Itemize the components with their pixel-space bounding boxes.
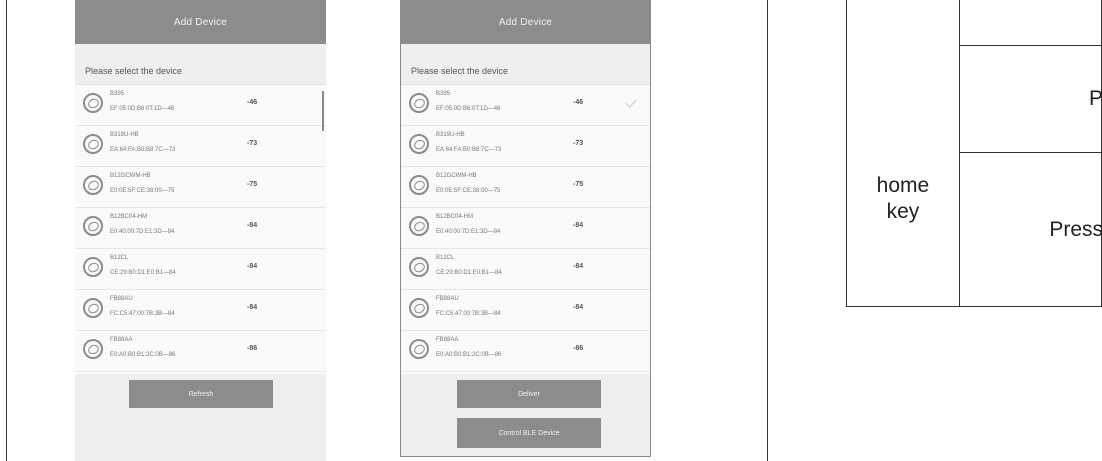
bluetooth-device-icon bbox=[409, 134, 429, 154]
device-mac: CE:29:B0:D1:E0:B1—84 bbox=[436, 270, 502, 276]
bluetooth-device-icon bbox=[83, 175, 103, 195]
bluetooth-device-icon bbox=[409, 175, 429, 195]
scrollbar[interactable] bbox=[322, 91, 324, 131]
device-mac: FC:C5:47:00:7B:3B—84 bbox=[436, 311, 501, 317]
device-rssi: -86 bbox=[573, 345, 584, 352]
device-rssi: -75 bbox=[247, 181, 258, 188]
device-rssi: -73 bbox=[573, 140, 584, 147]
device-rssi: -46 bbox=[247, 99, 258, 106]
device-rssi: -75 bbox=[573, 181, 584, 188]
device-mac: EF:05:0D:B6:0T:1D—46 bbox=[110, 106, 175, 112]
device-name: B12CL bbox=[110, 255, 129, 261]
bluetooth-device-icon bbox=[409, 216, 429, 236]
device-row[interactable]: B395 EF:05:0D:B6:0T:1D—46 -46 bbox=[75, 85, 326, 131]
device-rssi: -84 bbox=[247, 263, 258, 270]
device-name: B12GCWM-HB bbox=[436, 173, 477, 179]
device-row[interactable]: B12GCWM-HB E0:0E:5F:CE:38:00—75 -75 bbox=[401, 167, 650, 208]
device-mac: EA:64:FA:B0:B8:7C—73 bbox=[436, 147, 502, 153]
device-mac: FC:C5:47:00:7B:3B—84 bbox=[110, 311, 175, 317]
home-key-cell: home key bbox=[846, 0, 960, 307]
table-top-cell bbox=[958, 0, 1102, 46]
device-rssi: -86 bbox=[247, 345, 258, 352]
device-row[interactable]: B12BC04-HM E0:40:00:7D:E1:3D—84 -84 bbox=[75, 208, 326, 249]
device-name: B12BC04-HM bbox=[436, 214, 474, 220]
device-list[interactable]: B395 EF:05:0D:B6:0T:1D—46 -46 B319U-HB E… bbox=[75, 84, 326, 374]
device-mac: E0:A0:B0:B1:2C:0B—86 bbox=[110, 352, 176, 358]
device-row[interactable]: B12CL CE:29:B0:D1:E0:B1—84 -84 bbox=[401, 249, 650, 290]
screen-header: Add Device bbox=[401, 0, 650, 44]
bluetooth-device-icon bbox=[83, 257, 103, 277]
home-key-label: home key bbox=[876, 173, 930, 223]
section-divider-line bbox=[767, 0, 768, 461]
add-device-screen-1: Add Device Please select the device B395… bbox=[75, 0, 326, 461]
device-name: FB88AA bbox=[436, 337, 459, 343]
device-name: FB88AA bbox=[110, 337, 133, 343]
device-name: B319U-HB bbox=[436, 132, 465, 138]
device-name: B12CL bbox=[436, 255, 455, 261]
device-name: B395 bbox=[110, 91, 125, 97]
select-device-prompt: Please select the device bbox=[85, 66, 183, 76]
screen-header: Add Device bbox=[75, 0, 326, 44]
bluetooth-device-icon bbox=[83, 298, 103, 318]
device-name: FB88AU bbox=[436, 296, 459, 302]
bluetooth-device-icon bbox=[83, 134, 103, 154]
device-row[interactable]: B12BC04-HM E0:40:00:7D:E1:3D—84 -84 bbox=[401, 208, 650, 249]
bluetooth-device-icon bbox=[409, 298, 429, 318]
device-rssi: -84 bbox=[247, 304, 258, 311]
device-row[interactable]: FB88AA E0:A0:B0:B1:2C:0B—86 -86 bbox=[75, 331, 326, 372]
bluetooth-device-icon bbox=[409, 339, 429, 359]
left-border-line bbox=[6, 0, 7, 461]
device-row[interactable]: FB88AU FC:C5:47:00:7B:3B—84 -84 bbox=[75, 290, 326, 331]
device-mac: E0:40:00:7D:E1:3D—84 bbox=[436, 229, 501, 235]
action-label-2: Press bbox=[1049, 217, 1102, 241]
device-name: B12GCWM-HB bbox=[110, 173, 151, 179]
refresh-button[interactable]: Refresh bbox=[129, 380, 273, 408]
device-mac: EF:05:0D:B6:0T:1D—46 bbox=[436, 106, 501, 112]
device-mac: EA:64:FA:B0:B8:7C—73 bbox=[110, 147, 176, 153]
bluetooth-device-icon bbox=[409, 257, 429, 277]
device-row[interactable]: FB88AU FC:C5:47:00:7B:3B—84 -84 bbox=[401, 290, 650, 331]
device-rssi: -73 bbox=[247, 140, 258, 147]
device-rssi: -84 bbox=[573, 304, 584, 311]
bluetooth-device-icon bbox=[83, 216, 103, 236]
device-row[interactable]: B12GCWM-HB E0:0E:5F:CE:38:00—75 -75 bbox=[75, 167, 326, 208]
device-rssi: -84 bbox=[247, 222, 258, 229]
device-rssi: -84 bbox=[573, 263, 584, 270]
add-device-screen-2: Add Device Please select the device B395… bbox=[400, 0, 651, 457]
device-row[interactable]: B12CL CE:29:B0:D1:E0:B1—84 -84 bbox=[75, 249, 326, 290]
device-mac: E0:0E:5F:CE:38:00—75 bbox=[436, 188, 501, 194]
deliver-button[interactable]: Deliver bbox=[457, 380, 601, 408]
device-name: B395 bbox=[436, 91, 451, 97]
key-function-table: home key P Press bbox=[846, 0, 1102, 307]
device-mac: E0:40:00:7D:E1:3D—84 bbox=[110, 229, 175, 235]
device-mac: E0:A0:B0:B1:2C:0B—86 bbox=[436, 352, 502, 358]
checkmark-icon bbox=[625, 96, 637, 108]
action-label-1: P bbox=[1088, 87, 1102, 110]
device-name: B319U-HB bbox=[110, 132, 139, 138]
action-cell-2: Press bbox=[958, 152, 1102, 307]
select-device-prompt: Please select the device bbox=[411, 66, 509, 76]
device-name: FB88AU bbox=[110, 296, 133, 302]
device-row[interactable]: B319U-HB EA:64:FA:B0:B8:7C—73 -73 bbox=[401, 126, 650, 167]
device-row[interactable]: FB88AA E0:A0:B0:B1:2C:0B—86 -86 bbox=[401, 331, 650, 372]
device-rssi: -84 bbox=[573, 222, 584, 229]
device-row[interactable]: B395 EF:05:0D:B6:0T:1D—46 -46 bbox=[401, 85, 650, 126]
device-rssi: -46 bbox=[573, 99, 584, 106]
device-mac: CE:29:B0:D1:E0:B1—84 bbox=[110, 270, 176, 276]
device-name: B12BC04-HM bbox=[110, 214, 148, 220]
device-mac: E0:0E:5F:CE:38:00—75 bbox=[110, 188, 175, 194]
bluetooth-device-icon bbox=[409, 93, 429, 113]
device-list[interactable]: B395 EF:05:0D:B6:0T:1D—46 -46 B319U-HB E… bbox=[401, 84, 650, 374]
bluetooth-device-icon bbox=[83, 339, 103, 359]
action-cell-1: P bbox=[958, 45, 1102, 153]
control-ble-device-button[interactable]: Control BLE Device bbox=[457, 418, 601, 448]
device-row[interactable]: B319U-HB EA:64:FA:B0:B8:7C—73 -73 bbox=[75, 126, 326, 167]
bluetooth-device-icon bbox=[83, 93, 103, 113]
